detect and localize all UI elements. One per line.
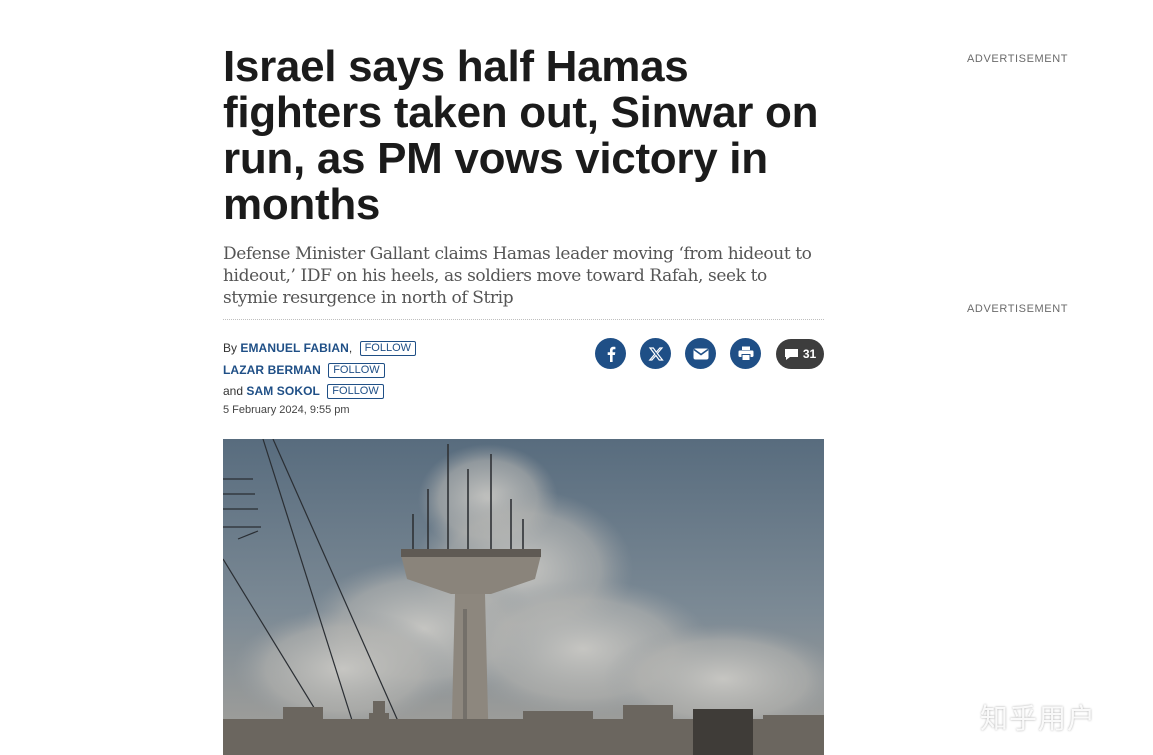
author-link-emanuel-fabian[interactable]: EMANUEL FABIAN	[240, 341, 349, 355]
article-subhead: Defense Minister Gallant claims Hamas le…	[223, 244, 812, 308]
comment-count: 31	[802, 347, 817, 361]
follow-button-sam-sokol[interactable]: FOLLOW	[327, 384, 384, 399]
byline: By EMANUEL FABIAN, FOLLOW LAZAR BERMAN F…	[223, 338, 417, 403]
author-separator: ,	[348, 341, 353, 355]
advertisement-label: ADVERTISEMENT	[967, 303, 1069, 315]
article-headline: Israel says half Hamas fighters taken ou…	[223, 42, 819, 229]
comment-bubble-icon	[784, 348, 798, 360]
divider	[223, 319, 824, 320]
follow-button-emanuel-fabian[interactable]: FOLLOW	[359, 341, 417, 356]
print-icon	[738, 346, 753, 361]
publish-date: 5 February 2024, 9:55 pm	[223, 404, 350, 416]
email-share-button[interactable]	[685, 338, 716, 369]
watermark: 知乎用户	[980, 702, 1097, 735]
follow-button-lazar-berman[interactable]: FOLLOW	[328, 362, 385, 378]
by-label: By	[223, 341, 238, 355]
facebook-share-button[interactable]	[595, 338, 626, 369]
author-link-sam-sokol[interactable]: SAM SOKOL	[246, 384, 320, 398]
and-label: and	[223, 384, 244, 398]
x-share-button[interactable]	[640, 338, 671, 369]
article-main-photo	[223, 439, 824, 755]
advertisement-label: ADVERTISEMENT	[967, 53, 1069, 65]
print-button[interactable]	[730, 338, 761, 369]
email-icon	[693, 348, 708, 359]
comments-button[interactable]: 31	[776, 339, 824, 369]
x-twitter-icon	[647, 346, 664, 361]
facebook-icon	[607, 346, 615, 362]
author-link-lazar-berman[interactable]: LAZAR BERMAN	[223, 363, 321, 377]
